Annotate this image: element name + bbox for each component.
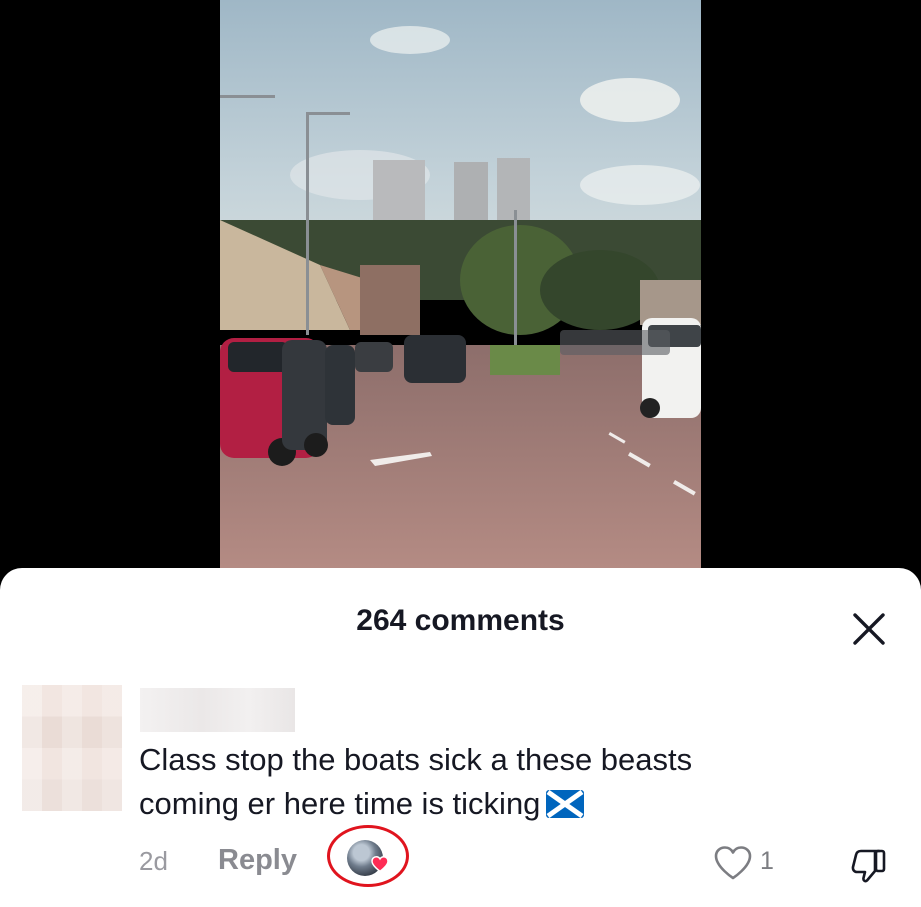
video-frame [220, 0, 701, 590]
heart-icon [371, 856, 389, 872]
username-redacted[interactable] [140, 688, 295, 732]
comment-text-line1: Class stop the boats sick a these beasts [139, 742, 693, 777]
like-count: 1 [760, 847, 774, 875]
comment-item: Class stop the boats sick a these beasts… [0, 568, 921, 907]
video-player[interactable] [0, 0, 921, 590]
comments-sheet: 264 comments Class stop the boats sick a… [0, 568, 921, 907]
like-heart-icon[interactable] [713, 845, 753, 881]
reply-button[interactable]: Reply [218, 844, 297, 877]
avatar[interactable] [22, 685, 122, 811]
comment-text-line2: coming er here time is ticking [139, 786, 541, 821]
comment-timestamp: 2d [139, 846, 168, 876]
comment-text: Class stop the boats sick a these beasts… [139, 738, 839, 826]
dislike-icon[interactable] [849, 847, 889, 883]
scotland-flag-icon [546, 790, 585, 818]
video-thumbnail [220, 0, 701, 590]
